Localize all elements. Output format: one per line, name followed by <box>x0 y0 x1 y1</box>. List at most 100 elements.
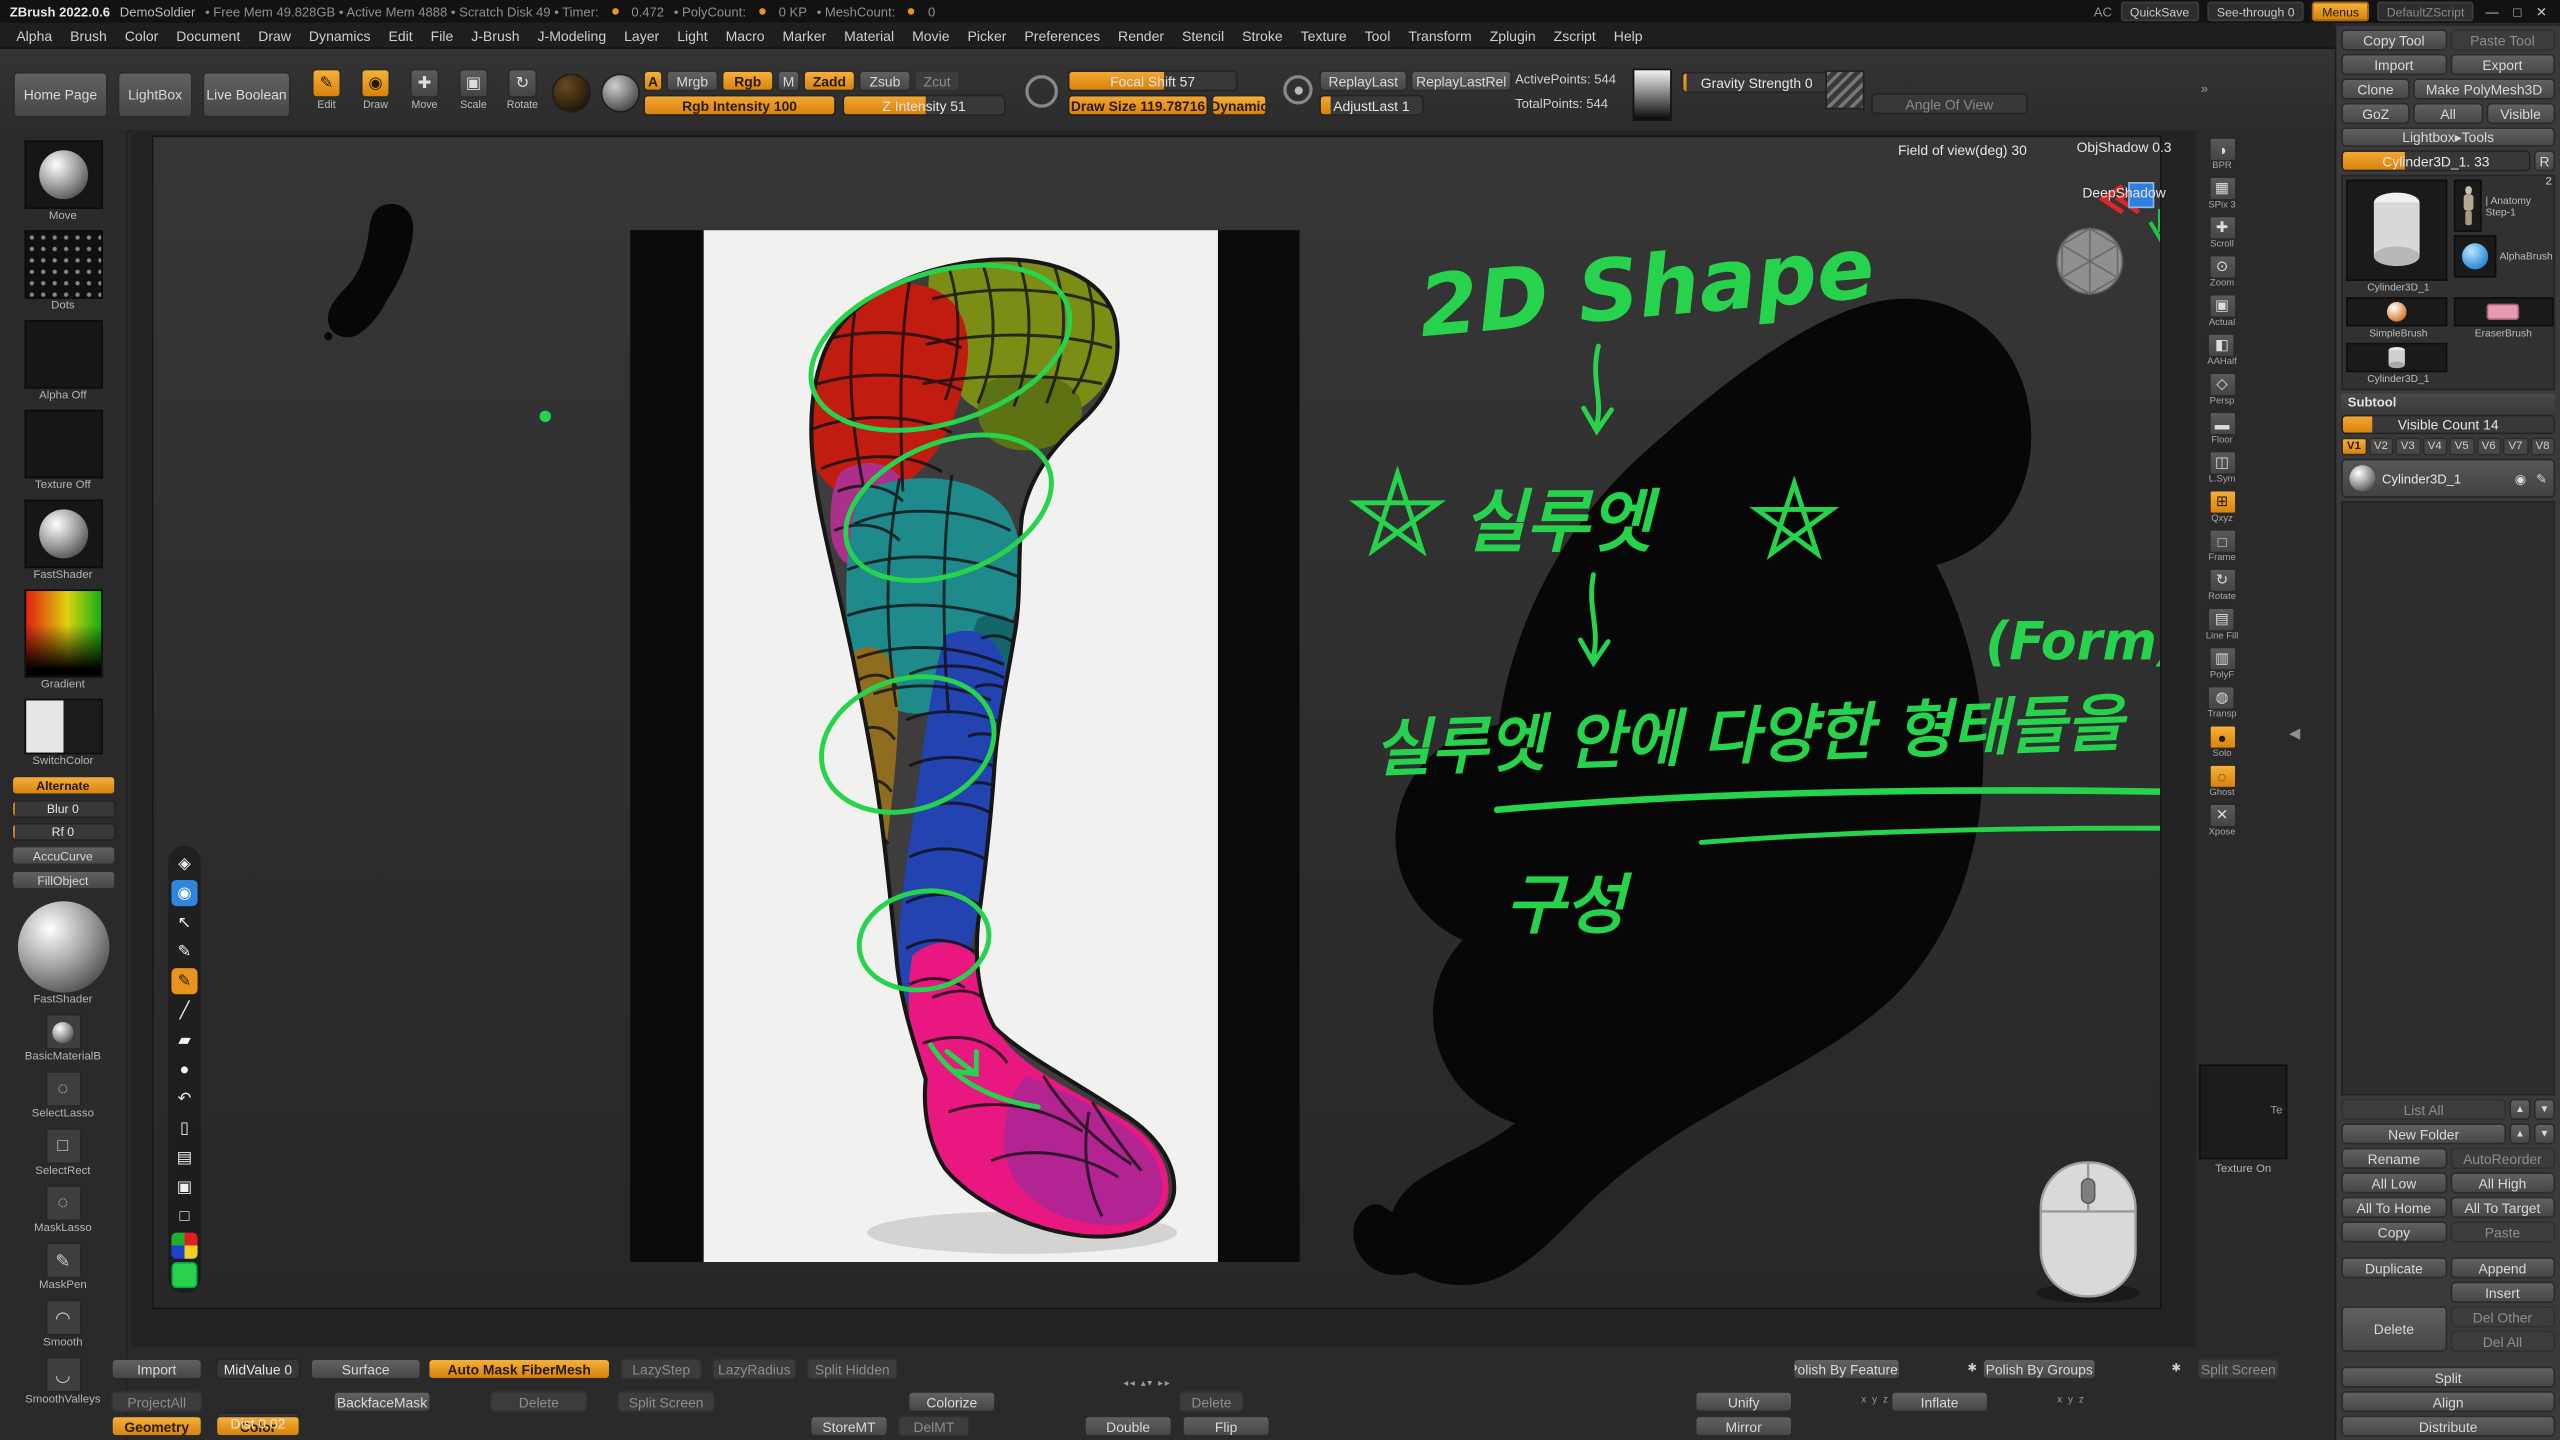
version-tab[interactable]: V8 <box>2530 438 2555 456</box>
home-page-button[interactable]: Home Page <box>13 72 108 118</box>
shelf-button[interactable]: ▥ PolyF <box>2208 647 2236 681</box>
duplicate-button[interactable]: Duplicate <box>2341 1257 2446 1278</box>
shelf-button[interactable]: ▦ SPix 3 <box>2208 176 2236 210</box>
menu-item[interactable]: Marker <box>783 27 827 43</box>
unify-xyz-toggles[interactable]: x y z <box>1861 1396 1889 1406</box>
replay-last-button[interactable]: ReplayLast <box>1319 70 1407 91</box>
annotation-tool-icon[interactable]: ▤ <box>171 1144 197 1170</box>
annotation-tool-icon[interactable]: ● <box>171 1056 197 1082</box>
all-low-button[interactable]: All Low <box>2341 1172 2446 1193</box>
unify-button[interactable]: Unify <box>1695 1391 1793 1412</box>
mode-button[interactable]: ◉ Draw <box>356 69 395 115</box>
polish-by-features-slider[interactable]: Polish By Features <box>1793 1358 1901 1379</box>
menus-button[interactable]: Menus <box>2312 2 2368 22</box>
material-sphere-button[interactable] <box>552 73 591 112</box>
quicksave-button[interactable]: QuickSave <box>2120 2 2199 22</box>
mode-button[interactable]: ↻ Rotate <box>503 69 542 115</box>
lightbox-button[interactable]: LightBox <box>118 72 193 118</box>
active-tool-thumbnail[interactable] <box>2346 180 2447 281</box>
inflate-xyz-toggles[interactable]: x y z <box>2057 1396 2085 1406</box>
paste-subtool-button[interactable]: Paste <box>2450 1221 2555 1242</box>
mrgb-toggle[interactable]: Mrgb <box>666 70 718 91</box>
annotation-tool-icon[interactable]: ✎ <box>171 968 197 994</box>
annotation-tool-icon[interactable]: ↶ <box>171 1086 197 1112</box>
import-tool-button[interactable]: Import <box>2341 54 2446 75</box>
copy-tool-button[interactable]: Copy Tool <box>2341 29 2446 50</box>
menu-item[interactable]: Alpha <box>16 27 52 43</box>
goz-all-button[interactable]: All <box>2414 103 2483 124</box>
geometry-tab[interactable]: Geometry <box>111 1416 202 1437</box>
material-thumbnail[interactable] <box>24 500 102 569</box>
see-through-slider[interactable]: See-through 0 <box>2207 2 2304 22</box>
paste-tool-button[interactable]: Paste Tool <box>2450 29 2555 50</box>
default-zscript-button[interactable]: DefaultZScript <box>2377 2 2474 22</box>
shelf-button[interactable]: ▣ Actual <box>2208 294 2236 328</box>
texture-off-thumbnail[interactable] <box>24 410 102 479</box>
new-folder-button[interactable]: New Folder <box>2341 1123 2506 1144</box>
list-all-button[interactable]: List All <box>2341 1099 2506 1120</box>
shelf-button[interactable]: □ Frame <box>2208 529 2236 563</box>
menu-item[interactable]: Layer <box>624 27 659 43</box>
shelf-button[interactable]: ◫ L.Sym <box>2208 451 2236 485</box>
midvalue-slider[interactable]: MidValue 0 <box>216 1358 301 1379</box>
visible-count-slider[interactable]: Visible Count 14 <box>2341 415 2555 435</box>
alternate-button[interactable]: Alternate <box>11 776 115 796</box>
mirror-button[interactable]: Mirror <box>1695 1416 1793 1437</box>
menu-item[interactable]: Brush <box>70 27 107 43</box>
polish-features-radio[interactable]: ✱ <box>1967 1362 1977 1375</box>
adjust-last-slider[interactable]: AdjustLast 1 <box>1319 95 1423 116</box>
dots-stroke-thumbnail[interactable] <box>24 230 102 299</box>
shelf-button[interactable]: ⊙ Zoom <box>2208 255 2236 289</box>
field-of-view-slider[interactable]: Field of view(deg) 30 <box>1871 139 2054 160</box>
tray-divider-controls[interactable]: ◂◂ ▴▾ ▸▸ <box>1123 1378 1171 1389</box>
subtool-down-arrow[interactable]: ▼ <box>2534 1099 2555 1120</box>
alphabrush-thumbnail[interactable] <box>2454 235 2496 277</box>
make-polymesh3d-button[interactable]: Make PolyMesh3D <box>2413 78 2555 99</box>
mask-pen-icon[interactable]: ✎ <box>45 1242 81 1278</box>
menu-item[interactable]: J-Modeling <box>538 27 607 43</box>
simplebrush-thumbnail[interactable] <box>2346 297 2447 326</box>
version-tab[interactable]: V1 <box>2341 438 2366 456</box>
shelf-button[interactable]: ◌ Ghost <box>2208 764 2236 798</box>
annotation-tool-icon[interactable]: □ <box>171 1203 197 1229</box>
split-hidden-button[interactable]: Split Hidden <box>807 1358 898 1379</box>
split-screen-button-2[interactable]: Split Screen <box>617 1391 715 1412</box>
shelf-button[interactable]: ▤ Line Fill <box>2206 607 2239 641</box>
menu-item[interactable]: Help <box>1614 27 1643 43</box>
version-tab[interactable]: V4 <box>2422 438 2447 456</box>
m-toggle[interactable]: M <box>777 70 800 91</box>
menu-item[interactable]: J-Brush <box>471 27 519 43</box>
menu-item[interactable]: Picker <box>967 27 1006 43</box>
shelf-button[interactable]: ▬ Floor <box>2208 411 2236 445</box>
rgb-toggle[interactable]: Rgb <box>722 70 774 91</box>
mask-lasso-icon[interactable]: ◌ <box>45 1185 81 1221</box>
zadd-toggle[interactable]: Zadd <box>803 70 855 91</box>
version-tab[interactable]: V2 <box>2368 438 2393 456</box>
colorize-button[interactable]: Colorize <box>908 1391 996 1412</box>
lazystep-slider[interactable]: LazyStep <box>620 1358 702 1379</box>
insert-button[interactable]: Insert <box>2450 1282 2555 1303</box>
annotation-tool-icon[interactable]: ▣ <box>171 1174 197 1200</box>
lazyradius-slider[interactable]: LazyRadius <box>712 1358 797 1379</box>
menu-item[interactable]: Zplugin <box>1490 27 1536 43</box>
minimize-icon[interactable]: — <box>2482 4 2502 19</box>
goz-button[interactable]: GoZ <box>2341 103 2410 124</box>
a-tab[interactable]: A <box>643 70 663 91</box>
shelf-button[interactable]: ✚ Scroll <box>2208 216 2236 250</box>
cylinder-small-thumbnail[interactable] <box>2346 343 2447 372</box>
goz-visible-button[interactable]: Visible <box>2486 103 2555 124</box>
version-tab[interactable]: V7 <box>2503 438 2528 456</box>
menu-item[interactable]: Draw <box>258 27 291 43</box>
folder-up-arrow[interactable]: ▲ <box>2509 1123 2530 1144</box>
annotation-tool-icon[interactable]: ↖ <box>171 909 197 935</box>
shelf-button[interactable]: ↻ Rotate <box>2208 568 2236 602</box>
annotation-tool-icon[interactable]: ▯ <box>171 1115 197 1141</box>
append-button[interactable]: Append <box>2450 1257 2555 1278</box>
tool-name-slider[interactable]: Cylinder3D_1. 33 <box>2341 150 2530 171</box>
menu-item[interactable]: Movie <box>912 27 949 43</box>
menu-item[interactable]: Macro <box>726 27 765 43</box>
inflate-slider[interactable]: Inflate <box>1891 1391 1989 1412</box>
menu-item[interactable]: Stroke <box>1242 27 1283 43</box>
blur-slider[interactable]: Blur 0 <box>11 800 115 818</box>
rename-button[interactable]: Rename <box>2341 1148 2446 1169</box>
